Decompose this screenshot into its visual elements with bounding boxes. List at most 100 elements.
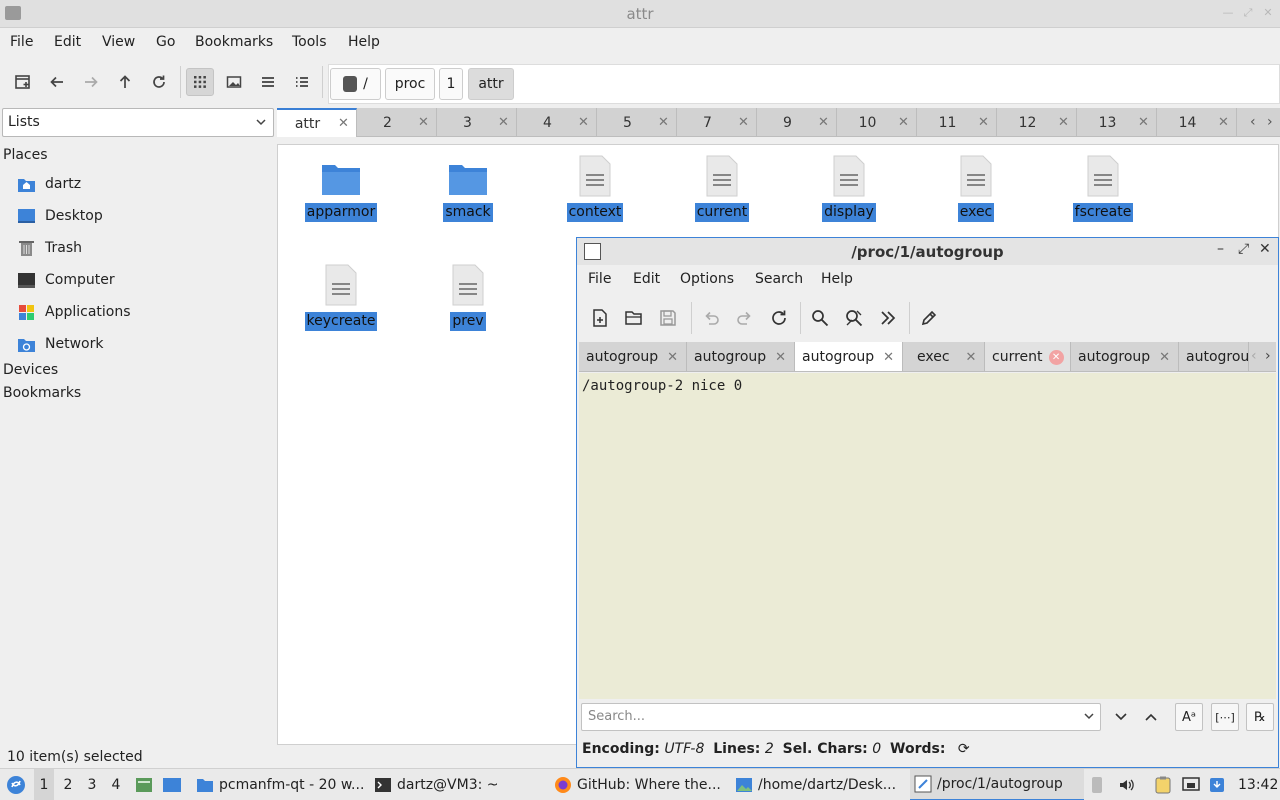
task-pcmanfm[interactable]: pcmanfm-qt - 20 w... <box>192 769 364 800</box>
go-to-line-button[interactable] <box>874 304 902 332</box>
forward-button[interactable] <box>77 68 105 96</box>
file-item-context[interactable]: context <box>535 153 655 222</box>
tab-scroll-left-icon[interactable]: ‹ <box>1251 348 1257 364</box>
file-item-exec[interactable]: exec <box>916 153 1036 222</box>
replace-button[interactable] <box>840 304 868 332</box>
bookmarks-heading[interactable]: Bookmarks <box>3 385 81 401</box>
save-button[interactable] <box>654 304 682 332</box>
tab-2[interactable]: 2 ✕ <box>357 108 437 137</box>
menu-tools[interactable]: Tools <box>292 34 327 50</box>
place-computer[interactable]: Computer <box>17 268 115 292</box>
icon-view-button[interactable] <box>186 68 214 96</box>
task-terminal[interactable]: dartz@VM3: ~ <box>370 769 540 800</box>
close-tab-icon[interactable]: ✕ <box>898 115 916 130</box>
place-home[interactable]: dartz <box>17 172 81 196</box>
menu-go[interactable]: Go <box>156 34 175 50</box>
place-applications[interactable]: Applications <box>17 300 131 324</box>
new-document-button[interactable] <box>586 304 614 332</box>
start-menu-button[interactable] <box>4 769 28 800</box>
whole-word-button[interactable]: [⋯] <box>1211 703 1239 731</box>
file-item-smack[interactable]: smack <box>408 153 528 222</box>
crumb-1[interactable]: 1 <box>439 68 463 100</box>
menu-file[interactable]: File <box>10 34 33 50</box>
minimize-icon[interactable]: — <box>1222 7 1234 19</box>
detailed-view-button[interactable] <box>288 68 316 96</box>
close-tab-icon[interactable]: ✕ <box>738 115 756 130</box>
side-pane-select[interactable]: Lists <box>2 108 274 137</box>
new-tab-button[interactable] <box>9 68 37 96</box>
crumb-attr[interactable]: attr <box>468 68 514 100</box>
file-item-prev[interactable]: prev <box>408 262 528 331</box>
close-tab-icon[interactable]: ✕ <box>1159 350 1170 365</box>
close-icon[interactable]: ✕ <box>1262 7 1274 19</box>
tab-7[interactable]: 7 ✕ <box>677 108 757 137</box>
quicklaunch-desktop[interactable] <box>162 769 184 800</box>
devices-heading[interactable]: Devices <box>3 362 58 378</box>
desktop-3[interactable]: 3 <box>82 769 102 800</box>
tab-14[interactable]: 14 ✕ <box>1157 108 1237 137</box>
menu-view[interactable]: View <box>102 34 135 50</box>
tab-12[interactable]: 12 ✕ <box>997 108 1077 137</box>
places-heading[interactable]: Places <box>3 147 48 163</box>
close-tab-icon[interactable]: ✕ <box>1048 349 1064 365</box>
close-tab-icon[interactable]: ✕ <box>667 350 678 365</box>
up-button[interactable] <box>111 68 139 96</box>
place-trash[interactable]: Trash <box>17 236 82 260</box>
editor-tab-active[interactable]: autogroup ✕ <box>795 342 903 371</box>
volume-icon[interactable] <box>1118 769 1138 800</box>
editor-titlebar[interactable]: /proc/1/autogroup – ⤢ ✕ <box>577 238 1278 265</box>
open-button[interactable] <box>620 304 648 332</box>
close-tab-icon[interactable]: ✕ <box>578 115 596 130</box>
quicklaunch-files[interactable] <box>135 769 155 800</box>
close-tab-icon[interactable]: ✕ <box>818 115 836 130</box>
search-input[interactable]: Search... <box>581 703 1101 731</box>
find-previous-button[interactable] <box>1137 703 1165 731</box>
file-item-current[interactable]: current <box>662 153 782 222</box>
find-next-button[interactable] <box>1107 703 1135 731</box>
editor-tab[interactable]: exec ✕ <box>903 342 985 371</box>
clipboard-icon[interactable] <box>1155 769 1175 800</box>
refresh-words-icon[interactable]: ⟳ <box>958 741 970 757</box>
tab-scroll-left-icon[interactable]: ‹ <box>1250 114 1256 130</box>
editor-tab-hover[interactable]: current ✕ <box>985 342 1071 371</box>
file-item-keycreate[interactable]: keycreate <box>281 262 401 331</box>
compact-view-button[interactable] <box>254 68 282 96</box>
close-tab-icon[interactable]: ✕ <box>978 115 996 130</box>
tab-11[interactable]: 11 ✕ <box>917 108 997 137</box>
editor-tab[interactable]: autogroup ✕ <box>687 342 795 371</box>
maximize-icon[interactable]: ⤢ <box>1238 241 1249 257</box>
task-editor[interactable]: /proc/1/autogroup <box>910 769 1084 800</box>
file-item-fscreate[interactable]: fscreate <box>1043 153 1163 222</box>
tab-4[interactable]: 4 ✕ <box>517 108 597 137</box>
menu-search[interactable]: Search <box>755 271 803 287</box>
back-button[interactable] <box>43 68 71 96</box>
crumb-proc[interactable]: proc <box>385 68 435 100</box>
minimize-icon[interactable]: – <box>1217 241 1224 257</box>
fm-titlebar[interactable]: attr — ⤢ ✕ <box>0 0 1280 28</box>
edit-button[interactable] <box>915 304 943 332</box>
place-desktop[interactable]: Desktop <box>17 204 103 228</box>
update-icon[interactable] <box>1209 769 1227 800</box>
text-editor-area[interactable]: /autogroup-2 nice 0 <box>579 373 1276 699</box>
menu-help[interactable]: Help <box>821 271 853 287</box>
editor-tab[interactable]: autogrou <box>1179 342 1249 371</box>
menu-edit[interactable]: Edit <box>633 271 660 287</box>
menu-bookmarks[interactable]: Bookmarks <box>195 34 273 50</box>
tab-3[interactable]: 3 ✕ <box>437 108 517 137</box>
tab-scroll-right-icon[interactable]: › <box>1267 114 1273 130</box>
editor-tab[interactable]: autogroup ✕ <box>1071 342 1179 371</box>
close-tab-icon[interactable]: ✕ <box>338 116 356 131</box>
network-tray-icon[interactable] <box>1182 769 1202 800</box>
crumb-root[interactable]: / <box>330 68 381 100</box>
close-tab-icon[interactable]: ✕ <box>658 115 676 130</box>
tab-5[interactable]: 5 ✕ <box>597 108 677 137</box>
tab-scroll-right-icon[interactable]: › <box>1265 348 1271 364</box>
close-tab-icon[interactable]: ✕ <box>966 350 977 365</box>
match-case-button[interactable]: Aᵃ <box>1175 703 1203 731</box>
reload-button[interactable] <box>145 68 173 96</box>
desktop-1[interactable]: 1 <box>34 769 54 800</box>
place-network[interactable]: Network <box>17 332 103 356</box>
menu-help[interactable]: Help <box>348 34 380 50</box>
menu-edit[interactable]: Edit <box>54 34 81 50</box>
find-button[interactable] <box>806 304 834 332</box>
